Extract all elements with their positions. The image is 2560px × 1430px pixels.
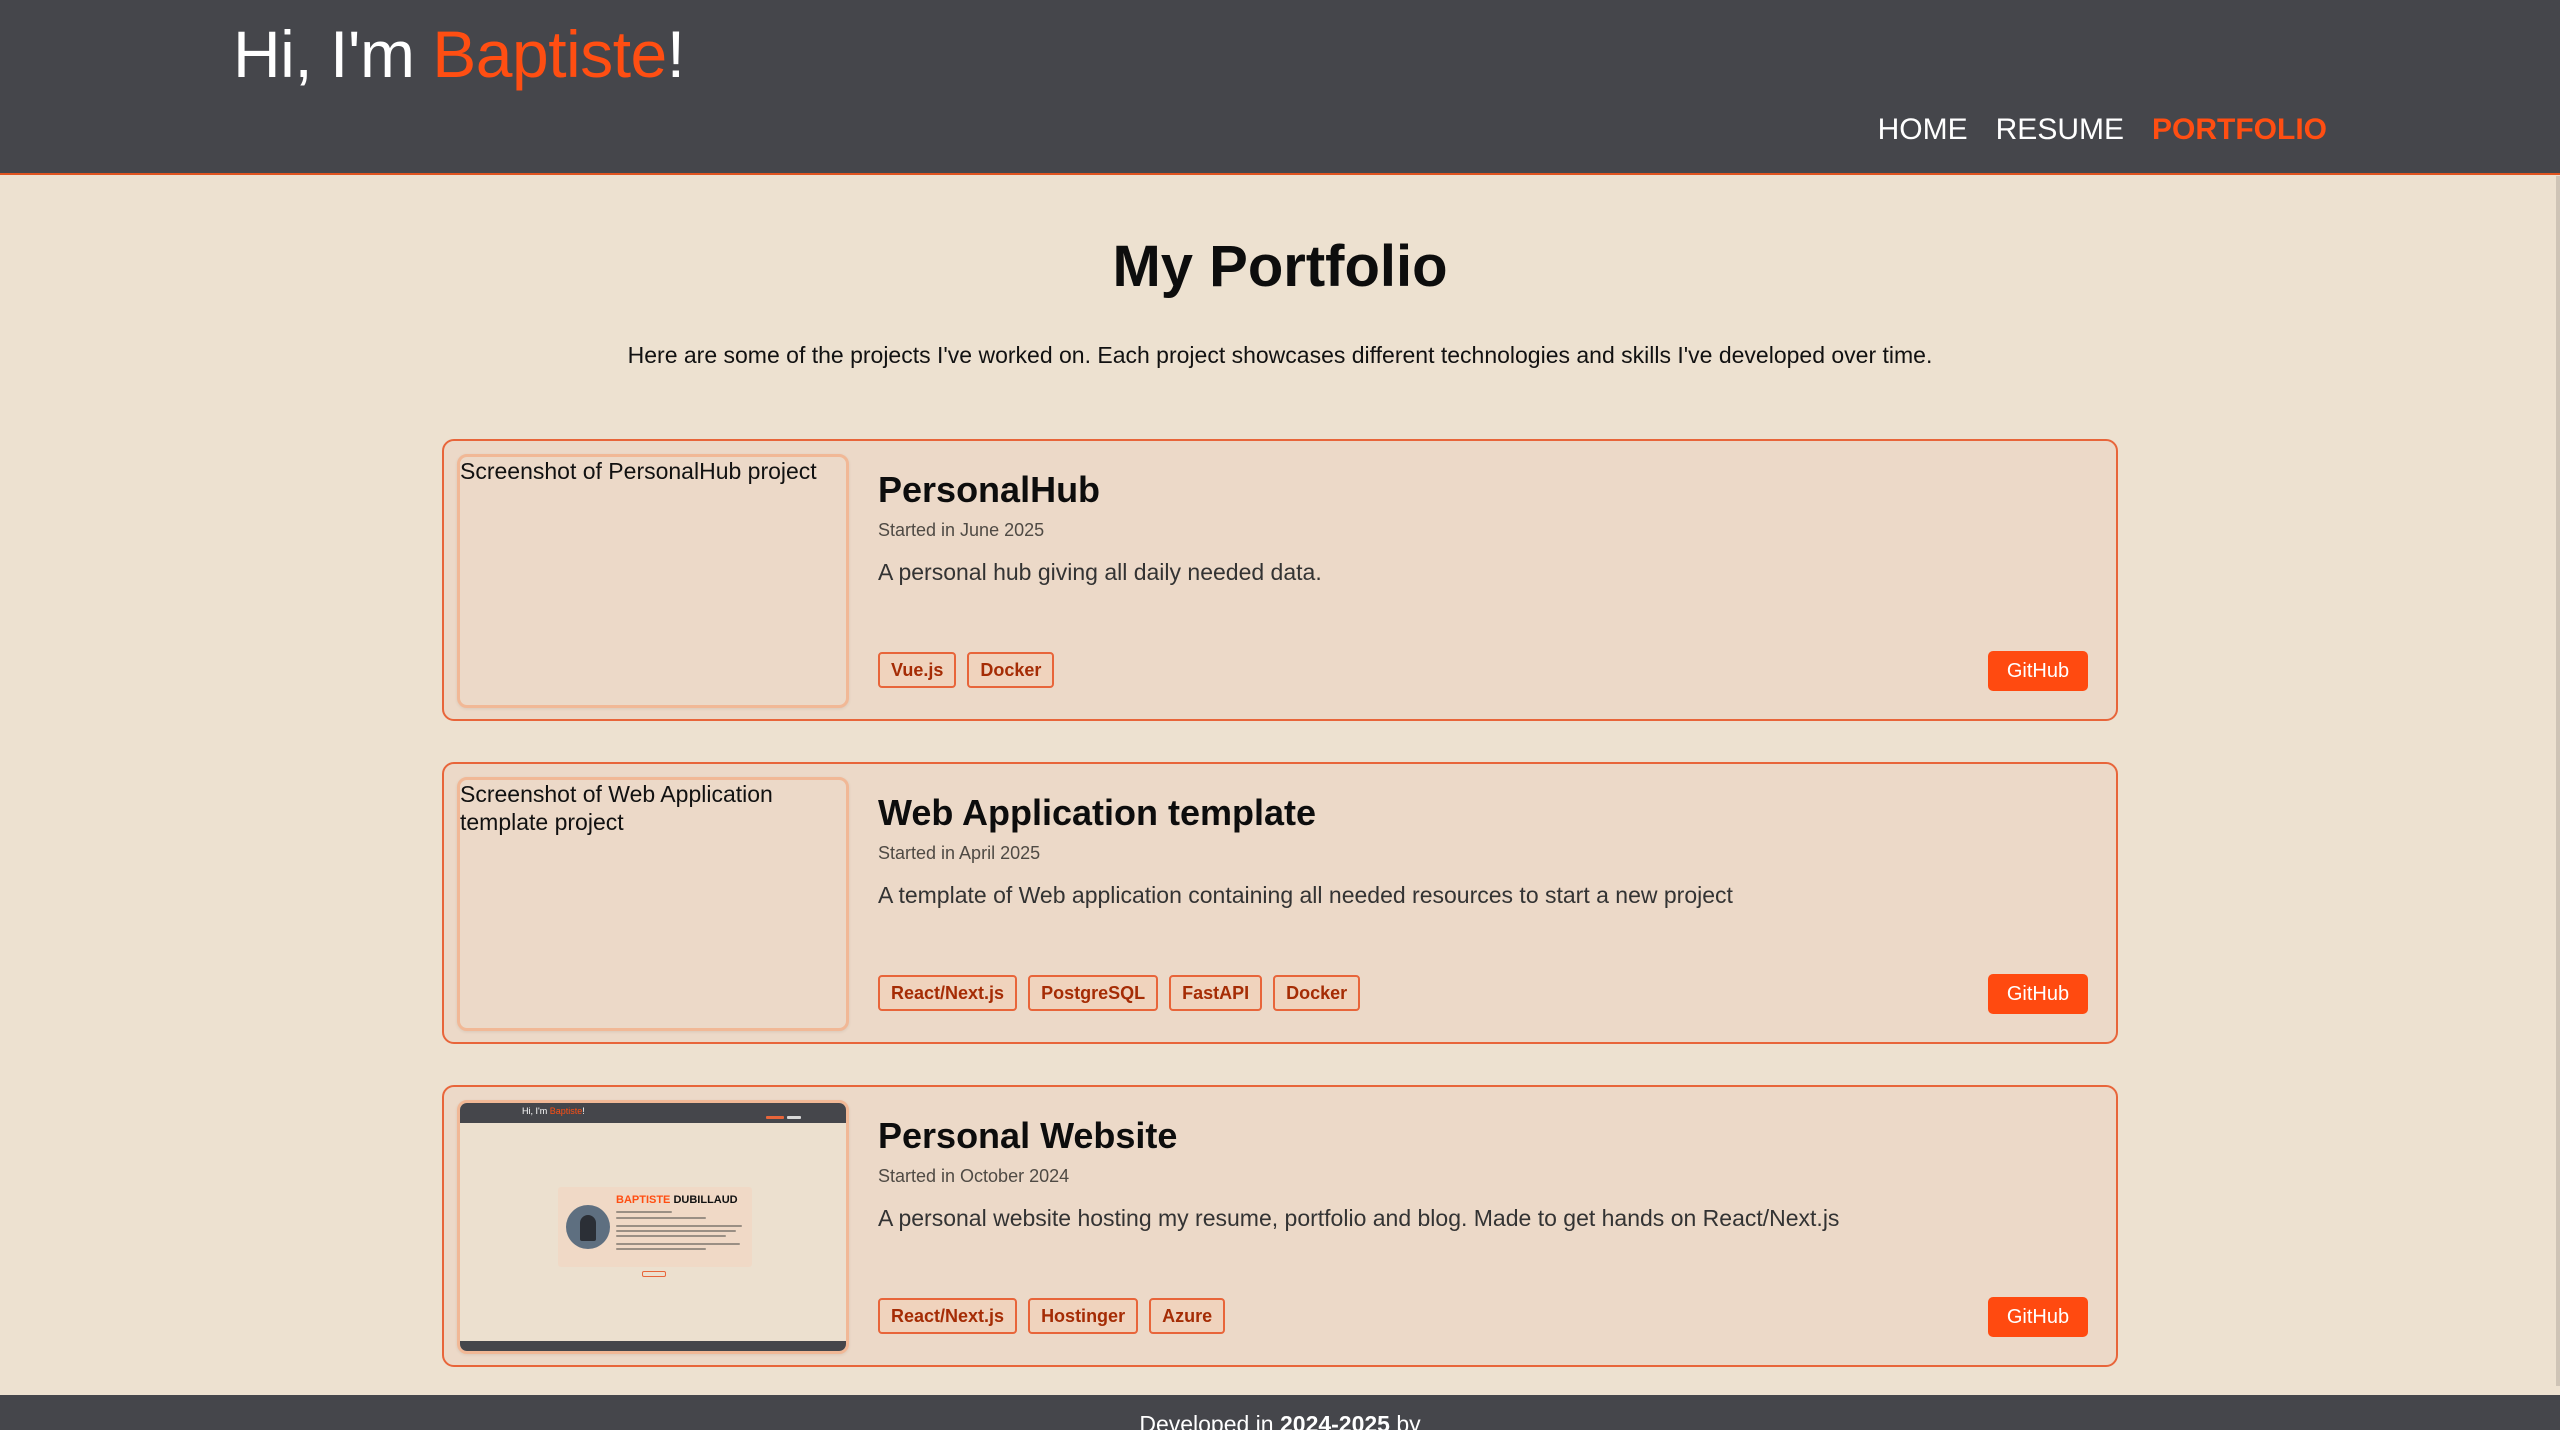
tech-tag: Docker bbox=[1273, 975, 1361, 1011]
brand-name: Baptiste bbox=[432, 17, 667, 91]
website-preview-image: Hi, I'm Baptiste! BAPTISTE DUBILLAUD bbox=[460, 1103, 846, 1351]
preview-text-line bbox=[616, 1211, 672, 1213]
project-card: Screenshot of Web Application template p… bbox=[442, 762, 2118, 1044]
preview-profile-card: BAPTISTE DUBILLAUD bbox=[558, 1187, 752, 1267]
project-title: PersonalHub bbox=[878, 469, 1101, 510]
preview-avatar bbox=[566, 1205, 610, 1249]
preview-brand-name: Baptiste bbox=[549, 1106, 583, 1116]
project-tags: React/Next.js Hostinger Azure bbox=[878, 1298, 1226, 1334]
preview-text-line bbox=[616, 1235, 726, 1237]
project-title: Web Application template bbox=[878, 792, 1317, 833]
nav-portfolio[interactable]: PORTFOLIO bbox=[2152, 108, 2327, 152]
preview-name: BAPTISTE DUBILLAUD bbox=[616, 1193, 738, 1207]
tech-tag: PostgreSQL bbox=[1028, 975, 1159, 1011]
project-date: Started in October 2024 bbox=[878, 1166, 1070, 1186]
site-footer: Developed in 2024-2025 by bbox=[0, 1395, 2560, 1430]
tech-tag: React/Next.js bbox=[878, 975, 1018, 1011]
preview-nav-active bbox=[766, 1116, 784, 1119]
project-date: Started in April 2025 bbox=[878, 843, 1041, 863]
project-description: A personal hub giving all daily needed d… bbox=[878, 559, 1322, 585]
project-thumbnail[interactable]: Hi, I'm Baptiste! BAPTISTE DUBILLAUD bbox=[457, 1100, 849, 1354]
preview-brand-exclamation: ! bbox=[582, 1106, 585, 1116]
tech-tag: React/Next.js bbox=[878, 1298, 1018, 1334]
brand-greeting: Hi, I'm bbox=[233, 17, 433, 91]
tech-tag: Azure bbox=[1149, 1298, 1226, 1334]
project-thumbnail[interactable]: Screenshot of PersonalHub project bbox=[457, 454, 849, 708]
preview-button bbox=[642, 1271, 666, 1277]
thumbnail-alt-text: Screenshot of Web Application template p… bbox=[460, 781, 773, 835]
preview-text-line bbox=[616, 1243, 740, 1245]
brand-exclamation: ! bbox=[666, 17, 685, 91]
site-brand[interactable]: Hi, I'm Baptiste! bbox=[233, 14, 685, 94]
footer-text: Developed in 2024-2025 by bbox=[0, 1407, 2560, 1430]
github-button[interactable]: GitHub bbox=[1988, 651, 2088, 691]
preview-nav-item bbox=[787, 1116, 801, 1119]
preview-brand: Hi, I'm Baptiste! bbox=[522, 1105, 585, 1117]
preview-brand-greeting: Hi, I'm bbox=[522, 1106, 550, 1116]
project-card: Hi, I'm Baptiste! BAPTISTE DUBILLAUD Per… bbox=[442, 1085, 2118, 1367]
nav-resume[interactable]: RESUME bbox=[1996, 108, 2124, 152]
github-button[interactable]: GitHub bbox=[1988, 974, 2088, 1014]
page-title: My Portfolio bbox=[1112, 234, 1448, 299]
project-thumbnail[interactable]: Screenshot of Web Application template p… bbox=[457, 777, 849, 1031]
preview-text-line bbox=[616, 1248, 706, 1250]
project-tags: React/Next.js PostgreSQL FastAPI Docker bbox=[878, 975, 1361, 1011]
footer-years: 2024-2025 bbox=[1279, 1411, 1390, 1430]
preview-text-line bbox=[616, 1225, 742, 1227]
page-intro: Here are some of the projects I've worke… bbox=[627, 342, 1933, 368]
tech-tag: Hostinger bbox=[1028, 1298, 1139, 1334]
thumbnail-alt-text: Screenshot of PersonalHub project bbox=[460, 458, 817, 484]
preview-header: Hi, I'm Baptiste! bbox=[460, 1103, 846, 1123]
preview-text-line bbox=[616, 1217, 706, 1219]
github-button[interactable]: GitHub bbox=[1988, 1297, 2088, 1337]
preview-first-name: BAPTISTE bbox=[616, 1194, 671, 1206]
preview-footer bbox=[460, 1341, 846, 1351]
tech-tag: Vue.js bbox=[878, 652, 957, 688]
preview-text-line bbox=[616, 1230, 736, 1232]
project-date: Started in June 2025 bbox=[878, 520, 1045, 540]
main-nav: HOME RESUME PORTFOLIO bbox=[1878, 108, 2327, 152]
page-scrollbar[interactable] bbox=[2556, 176, 2560, 1386]
site-header: Hi, I'm Baptiste! HOME RESUME PORTFOLIO bbox=[0, 0, 2560, 175]
preview-last-name: DUBILLAUD bbox=[670, 1194, 738, 1206]
project-description: A personal website hosting my resume, po… bbox=[878, 1205, 1840, 1231]
project-card: Screenshot of PersonalHub project Person… bbox=[442, 439, 2118, 721]
footer-prefix: Developed in bbox=[1139, 1411, 1280, 1430]
nav-home[interactable]: HOME bbox=[1878, 108, 1968, 152]
project-description: A template of Web application containing… bbox=[878, 882, 1733, 908]
footer-suffix: by bbox=[1389, 1411, 1421, 1430]
tech-tag: FastAPI bbox=[1169, 975, 1263, 1011]
tech-tag: Docker bbox=[967, 652, 1055, 688]
project-title: Personal Website bbox=[878, 1115, 1178, 1156]
project-tags: Vue.js Docker bbox=[878, 652, 1055, 688]
